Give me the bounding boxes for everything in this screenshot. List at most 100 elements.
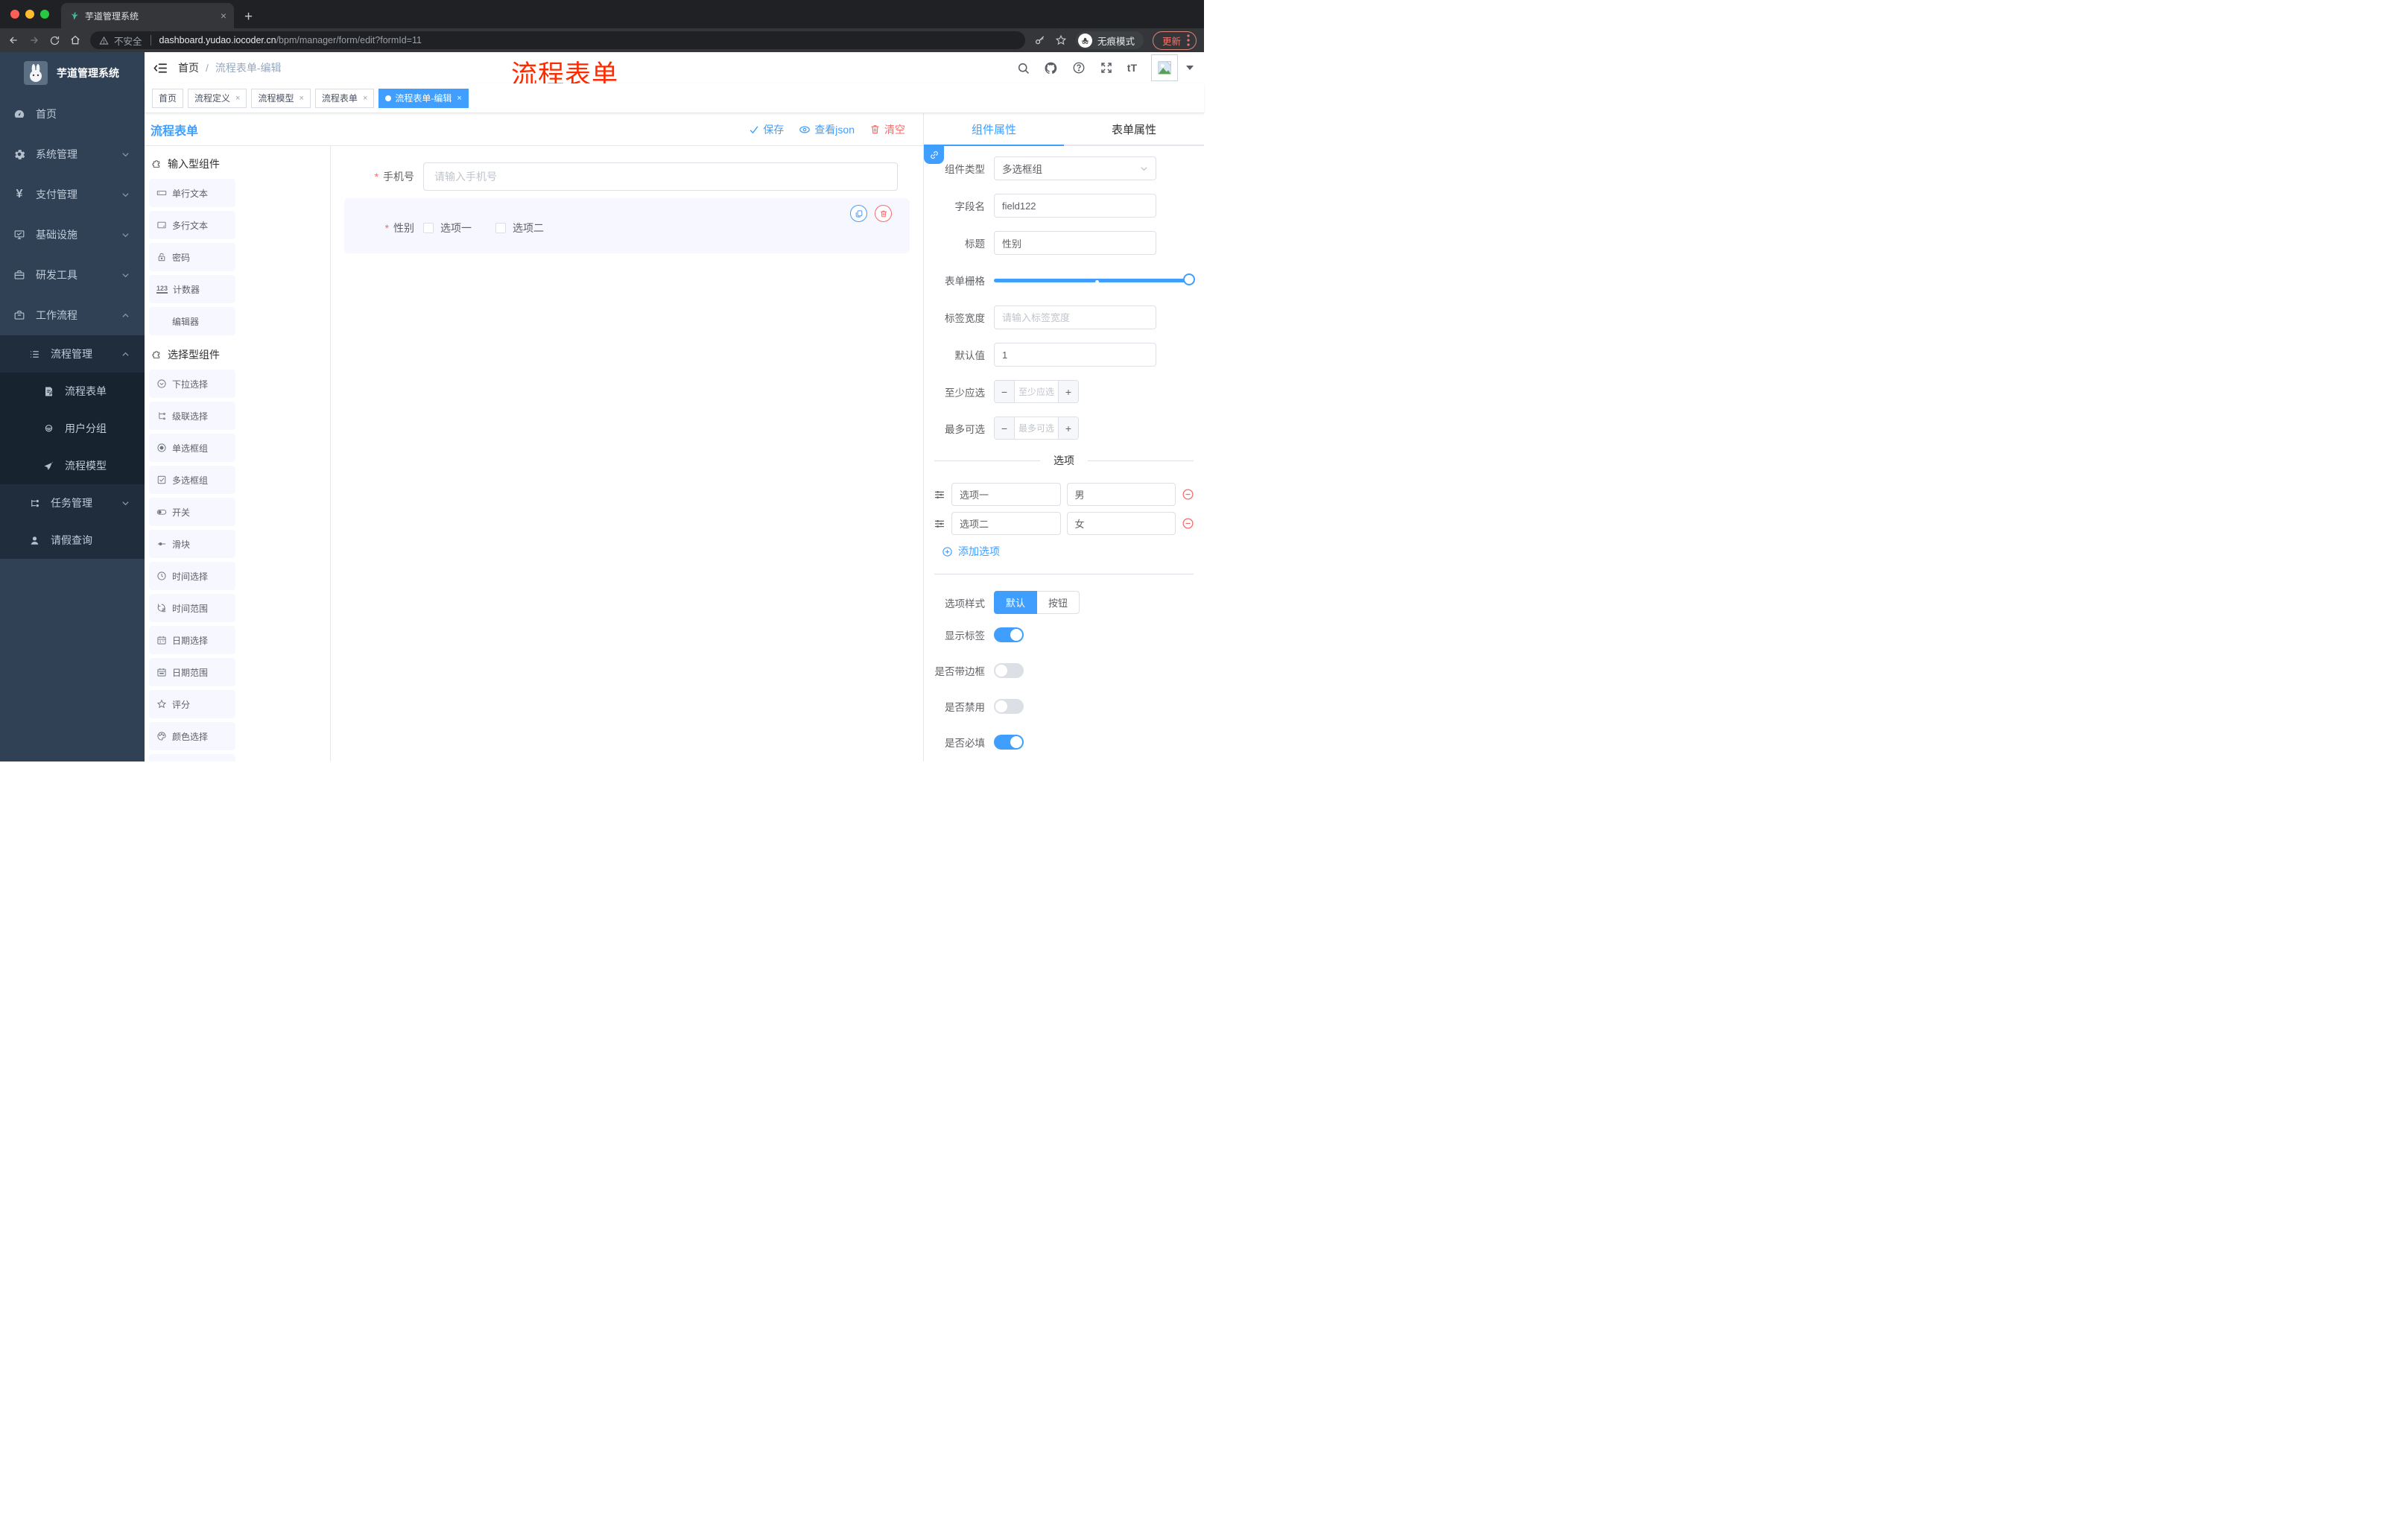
form-canvas[interactable]: * 手机号 * 性别 选项一 选项二	[331, 146, 923, 762]
tag-close-icon[interactable]: ×	[363, 94, 367, 103]
option-value-input[interactable]	[1066, 483, 1176, 506]
decrease-button[interactable]: −	[995, 417, 1015, 439]
sidebar-item-process-form[interactable]: 流程表单	[0, 373, 145, 410]
show-label-switch[interactable]	[994, 627, 1024, 642]
phone-input[interactable]	[423, 162, 898, 191]
view-json-button[interactable]: 查看json	[799, 122, 855, 137]
component-item-checkbox-group[interactable]: 多选框组	[149, 466, 235, 494]
component-item-time-range[interactable]: 时间范围	[149, 594, 235, 622]
gender-option1-checkbox[interactable]: 选项一	[423, 221, 472, 235]
sidebar-item-user-group[interactable]: 用户分组	[0, 410, 145, 447]
font-size-icon[interactable]: tT	[1127, 62, 1137, 74]
option-label-input[interactable]	[951, 483, 1061, 506]
style-default-button[interactable]: 默认	[994, 591, 1038, 614]
component-item-single-text[interactable]: 单行文本	[149, 179, 235, 207]
bookmark-star-icon[interactable]	[1055, 34, 1067, 46]
avatar[interactable]	[1151, 54, 1178, 81]
tag-home[interactable]: 首页	[152, 88, 184, 108]
sidebar-item-task-management[interactable]: 任务管理	[0, 484, 145, 522]
password-key-icon[interactable]	[1034, 34, 1046, 46]
component-item-counter[interactable]: 123 计数器	[149, 275, 235, 303]
component-item-select[interactable]: 下拉选择	[149, 370, 235, 398]
required-switch[interactable]	[994, 735, 1024, 750]
disabled-switch[interactable]	[994, 699, 1024, 714]
help-icon[interactable]	[1072, 61, 1086, 75]
sidebar-item-home[interactable]: 首页	[0, 94, 145, 134]
window-zoom-button[interactable]	[40, 10, 49, 19]
drag-handle-icon[interactable]	[934, 518, 945, 530]
sidebar-item-workflow[interactable]: 工作流程	[0, 295, 145, 335]
component-type-select[interactable]: 多选框组	[994, 156, 1156, 180]
tag-close-icon[interactable]: ×	[299, 94, 303, 103]
component-item-slider[interactable]: 滑块	[149, 530, 235, 558]
breadcrumb-home[interactable]: 首页	[178, 60, 199, 75]
copy-component-button[interactable]	[850, 205, 867, 222]
form-grid-slider[interactable]	[994, 268, 1195, 292]
option-label-input[interactable]	[951, 512, 1061, 535]
reload-icon[interactable]	[49, 35, 60, 46]
increase-button[interactable]: +	[1058, 417, 1078, 439]
remove-option-icon[interactable]	[1182, 488, 1194, 501]
sidebar-item-system[interactable]: 系统管理	[0, 134, 145, 174]
sidebar-item-devtools[interactable]: 研发工具	[0, 255, 145, 295]
address-bar[interactable]: 不安全 dashboard.yudao.iocoder.cn/bpm/manag…	[90, 31, 1025, 49]
tag-process-definition[interactable]: 流程定义 ×	[188, 88, 247, 108]
component-item-radio-group[interactable]: 单选框组	[149, 434, 235, 462]
home-icon[interactable]	[69, 34, 81, 46]
back-icon[interactable]	[7, 34, 19, 46]
fullscreen-icon[interactable]	[1100, 61, 1113, 75]
update-button[interactable]: 更新	[1152, 31, 1197, 50]
min-select-input[interactable]	[1015, 381, 1058, 402]
remove-option-icon[interactable]	[1182, 517, 1194, 530]
browser-tab[interactable]: 芋道管理系统 ×	[61, 3, 234, 28]
sidebar-item-process-management[interactable]: 流程管理	[0, 335, 145, 373]
decrease-button[interactable]: −	[995, 381, 1015, 402]
save-button[interactable]: 保存	[749, 122, 784, 137]
github-icon[interactable]	[1044, 61, 1058, 75]
sidebar-item-process-model[interactable]: 流程模型	[0, 447, 145, 484]
clear-button[interactable]: 清空	[869, 122, 905, 137]
component-item-password[interactable]: 密码	[149, 243, 235, 271]
forward-icon[interactable]	[28, 34, 40, 46]
tab-form-props[interactable]: 表单属性	[1064, 113, 1204, 146]
phone-field-row[interactable]: * 手机号	[344, 162, 910, 191]
field-name-input[interactable]	[994, 194, 1156, 218]
search-icon[interactable]	[1017, 62, 1030, 75]
slider-handle[interactable]	[1183, 273, 1195, 285]
title-input[interactable]	[994, 231, 1156, 255]
component-item-cascader[interactable]: 级联选择	[149, 402, 235, 430]
tag-close-icon[interactable]: ×	[457, 94, 461, 103]
increase-button[interactable]: +	[1058, 381, 1078, 402]
border-switch[interactable]	[994, 663, 1024, 678]
option-value-input[interactable]	[1066, 512, 1176, 535]
sidebar-collapse-icon[interactable]	[153, 61, 168, 75]
style-button-button[interactable]: 按钮	[1037, 591, 1080, 614]
component-item-switch[interactable]: 开关	[149, 498, 235, 526]
selected-component-block[interactable]: * 性别 选项一 选项二	[344, 198, 910, 253]
component-item-editor[interactable]: 编辑器	[149, 307, 235, 335]
browser-menu-icon[interactable]	[1187, 34, 1190, 46]
tag-process-form-edit[interactable]: 流程表单-编辑 ×	[378, 88, 469, 108]
component-item-date-range[interactable]: 日期范围	[149, 658, 235, 686]
sidebar-item-payment[interactable]: ¥ 支付管理	[0, 174, 145, 215]
component-item-date-picker[interactable]: 日期选择	[149, 626, 235, 654]
window-minimize-button[interactable]	[25, 10, 34, 19]
sidebar-item-leave-query[interactable]: 请假查询	[0, 522, 145, 559]
caret-down-icon[interactable]	[1186, 66, 1194, 70]
gender-option2-checkbox[interactable]: 选项二	[495, 221, 544, 235]
tag-process-model[interactable]: 流程模型 ×	[251, 88, 311, 108]
drag-handle-icon[interactable]	[934, 489, 945, 501]
max-select-input[interactable]	[1015, 417, 1058, 439]
component-item-multi-text[interactable]: 多行文本	[149, 211, 235, 239]
tag-process-form[interactable]: 流程表单 ×	[314, 88, 375, 108]
component-item-rate[interactable]: 评分	[149, 690, 235, 718]
component-item-color-picker[interactable]: 颜色选择	[149, 722, 235, 750]
tab-close-icon[interactable]: ×	[221, 10, 226, 22]
gender-field-row[interactable]: * 性别 选项一 选项二	[344, 221, 898, 235]
add-option-button[interactable]: 添加选项	[942, 544, 1204, 559]
window-close-button[interactable]	[10, 10, 19, 19]
label-width-input[interactable]	[994, 305, 1156, 329]
new-tab-button[interactable]: +	[244, 6, 253, 28]
sidebar-logo[interactable]: 芋道管理系统	[0, 52, 145, 94]
link-handle-button[interactable]	[924, 146, 944, 164]
